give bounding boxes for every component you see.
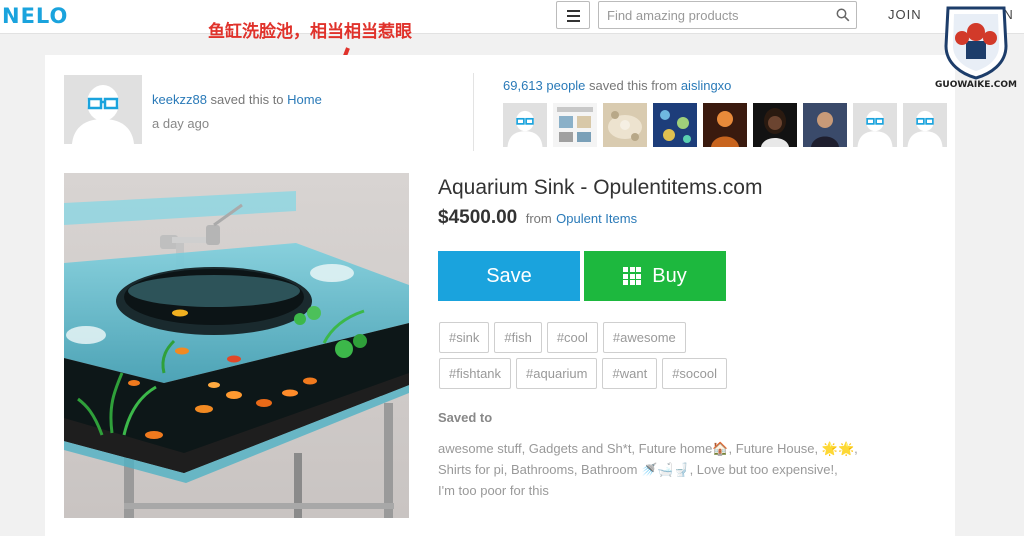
watermark: GUOWAIKE.COM — [928, 2, 1024, 94]
saved-to-heading: Saved to — [438, 410, 493, 425]
product-price: $4500.00 — [438, 207, 518, 228]
product-card: keekzz88 saved this to Home a day ago 69… — [45, 55, 955, 536]
join-link[interactable]: JOIN — [888, 7, 922, 22]
saved-from-text: saved this from — [589, 78, 678, 93]
default-avatar-icon — [64, 75, 142, 144]
boards-line[interactable]: Shirts for pi, Bathrooms, Bathroom 🚿🛁🚽, … — [438, 459, 878, 480]
product-image[interactable] — [64, 173, 409, 518]
source-user-link[interactable]: aislingxo — [681, 78, 732, 93]
catalog-image-icon — [553, 103, 597, 147]
saved-time: a day ago — [152, 116, 210, 131]
price-line: $4500.00 from Opulent Items — [438, 207, 637, 229]
store-link[interactable]: Opulent Items — [556, 211, 637, 226]
saver-thumb[interactable] — [853, 103, 897, 147]
search-icon[interactable] — [836, 8, 850, 22]
save-count-link[interactable]: 69,613 people — [503, 78, 585, 93]
tag[interactable]: #fishtank — [439, 358, 512, 389]
person-photo-icon — [803, 103, 847, 147]
divider — [473, 73, 474, 151]
saved-boards-list: awesome stuff, Gadgets and Sh*t, Future … — [438, 438, 878, 501]
tag[interactable]: #awesome — [602, 322, 686, 353]
tag[interactable]: #sink — [439, 322, 490, 353]
person-photo-icon — [703, 103, 747, 147]
buy-button-label: Buy — [652, 264, 687, 287]
savers-thumbnails — [503, 103, 947, 147]
tag[interactable]: #cool — [546, 322, 598, 353]
default-avatar-icon — [503, 103, 547, 147]
fabric-image-icon — [653, 103, 697, 147]
save-button-label: Save — [486, 264, 532, 287]
person-photo-icon — [753, 103, 797, 147]
search-box — [598, 1, 857, 29]
saved-to-text: saved this to — [210, 92, 284, 107]
save-count-line: 69,613 people saved this from aislingxo — [503, 78, 731, 93]
boxer-logo-icon — [944, 6, 1008, 80]
saver-thumb[interactable] — [503, 103, 547, 147]
stones-image-icon — [603, 103, 647, 147]
hamburger-icon-bar — [567, 15, 580, 17]
save-button[interactable]: Save — [438, 251, 580, 301]
search-input[interactable] — [607, 7, 827, 24]
grid-icon — [623, 267, 642, 285]
from-label: from — [525, 211, 552, 226]
boards-line[interactable]: I'm too poor for this — [438, 480, 878, 501]
saver-avatar[interactable] — [64, 75, 142, 144]
boards-line[interactable]: awesome stuff, Gadgets and Sh*t, Future … — [438, 438, 878, 459]
saver-thumb[interactable] — [903, 103, 947, 147]
hamburger-icon — [567, 10, 580, 12]
site-logo[interactable]: NELO — [2, 4, 68, 28]
buy-button[interactable]: Buy — [584, 251, 726, 301]
default-avatar-icon — [903, 103, 947, 147]
tag[interactable]: #socool — [662, 358, 727, 389]
annotation-text: 鱼缸洗脸池，相当相当惹眼 — [208, 22, 412, 42]
default-avatar-icon — [853, 103, 897, 147]
aquarium-sink-image — [64, 173, 409, 518]
saver-line: keekzz88 saved this to Home — [152, 92, 322, 107]
tag[interactable]: #aquarium — [516, 358, 598, 389]
tag-list: #sink #fish #cool #awesome #fishtank #aq… — [439, 322, 749, 389]
tag[interactable]: #want — [602, 358, 658, 389]
top-bar: NELO JOIN SIGN IN — [0, 0, 1024, 37]
product-title[interactable]: Aquarium Sink - Opulentitems.com — [438, 176, 762, 200]
saver-thumb[interactable] — [653, 103, 697, 147]
saver-thumb[interactable] — [753, 103, 797, 147]
saver-username-link[interactable]: keekzz88 — [152, 92, 207, 107]
tag[interactable]: #fish — [494, 322, 542, 353]
board-link[interactable]: Home — [287, 92, 322, 107]
watermark-text: GUOWAIKE.COM — [935, 80, 1017, 90]
saver-thumb[interactable] — [803, 103, 847, 147]
saver-thumb[interactable] — [553, 103, 597, 147]
hamburger-icon-bar — [567, 20, 580, 22]
saver-thumb[interactable] — [703, 103, 747, 147]
saver-thumb[interactable] — [603, 103, 647, 147]
menu-button[interactable] — [556, 1, 590, 29]
